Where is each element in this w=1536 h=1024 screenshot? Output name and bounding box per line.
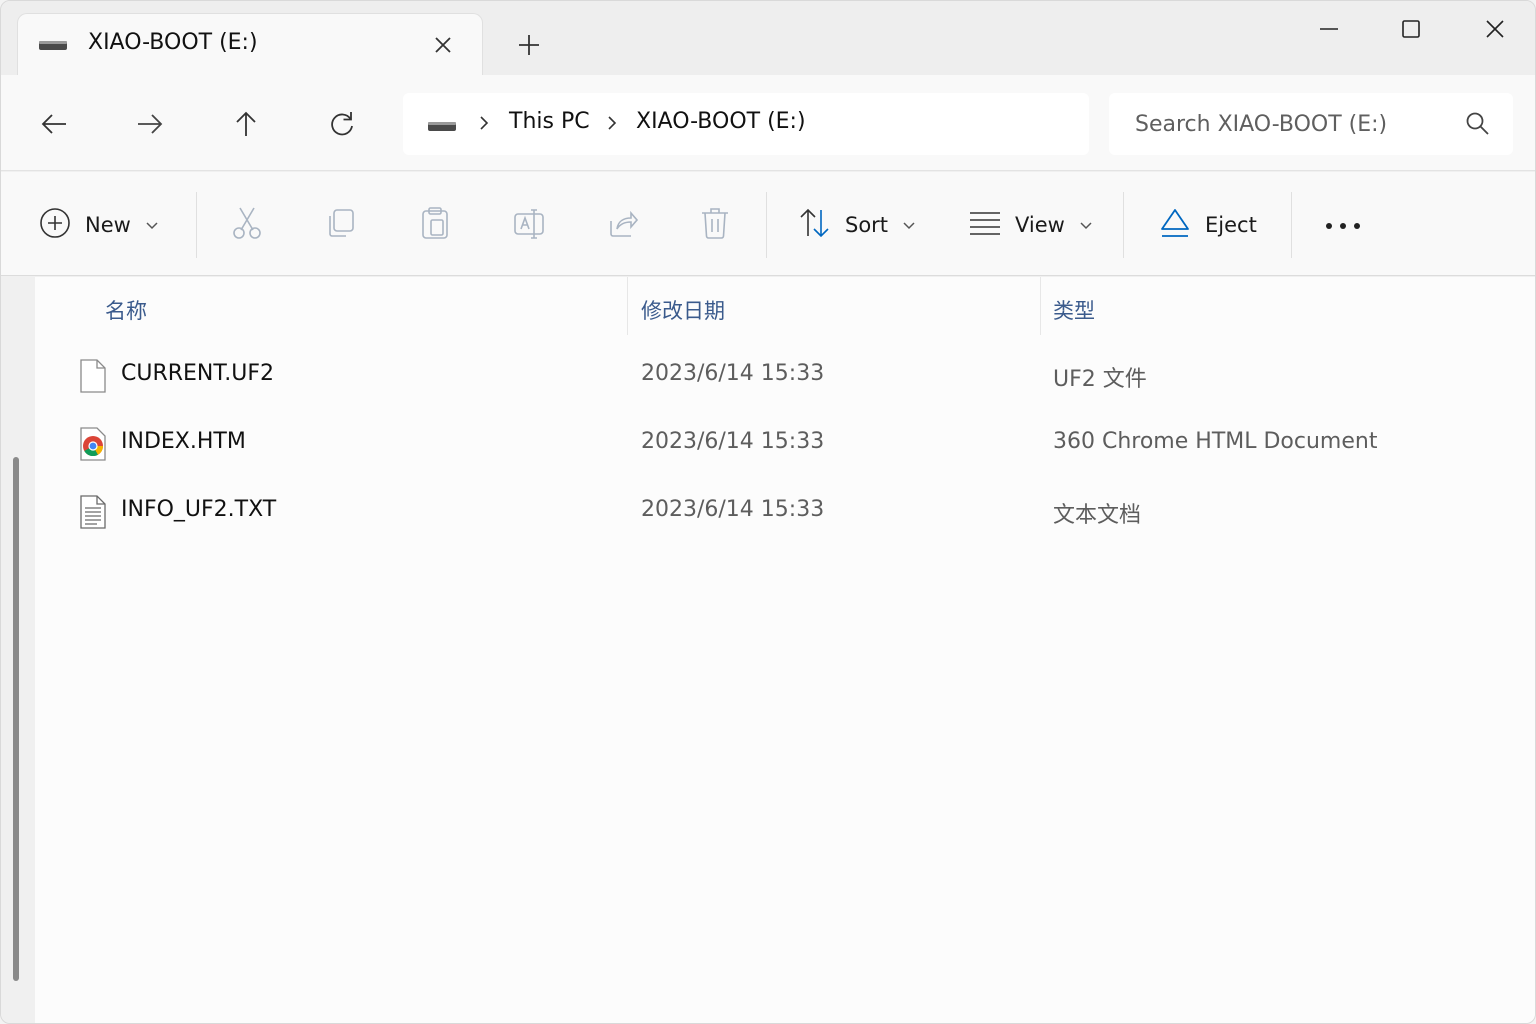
more-options-button[interactable]: [1325, 202, 1361, 248]
search-icon[interactable]: [1465, 111, 1491, 141]
file-type: 360 Chrome HTML Document: [1053, 429, 1378, 454]
rename-icon: [513, 207, 545, 243]
table-row[interactable]: INDEX.HTM 2023/6/14 15:33 360 Chrome HTM…: [35, 411, 1535, 477]
close-window-icon[interactable]: [1465, 9, 1525, 49]
delete-button[interactable]: [699, 202, 731, 248]
title-bar: XIAO-BOOT (E:): [1, 1, 1535, 75]
file-date: 2023/6/14 15:33: [641, 361, 825, 386]
refresh-icon[interactable]: [319, 101, 365, 147]
file-date: 2023/6/14 15:33: [641, 429, 825, 454]
eject-label: Eject: [1205, 213, 1257, 237]
address-bar[interactable]: This PC XIAO-BOOT (E:): [403, 93, 1089, 155]
chrome-icon: [79, 427, 107, 465]
copy-button[interactable]: [325, 202, 357, 248]
forward-arrow-icon[interactable]: [127, 101, 173, 147]
eject-button[interactable]: Eject: [1159, 202, 1257, 248]
column-header-name[interactable]: 名称: [105, 295, 147, 325]
paste-button[interactable]: [419, 202, 451, 248]
close-tab-icon[interactable]: [426, 28, 460, 62]
column-header-date[interactable]: 修改日期: [641, 295, 725, 325]
address-row: This PC XIAO-BOOT (E:): [1, 75, 1535, 171]
up-arrow-icon[interactable]: [223, 101, 269, 147]
tab-title: XIAO-BOOT (E:): [88, 30, 258, 55]
chevron-right-icon[interactable]: [477, 113, 491, 137]
share-button[interactable]: [607, 202, 639, 248]
chevron-right-icon[interactable]: [605, 113, 619, 137]
divider: [1123, 192, 1124, 258]
rename-button[interactable]: [513, 202, 545, 248]
maximize-icon[interactable]: [1381, 9, 1441, 49]
view-button[interactable]: View: [969, 202, 1093, 248]
column-separator[interactable]: [1040, 277, 1041, 335]
clipboard-icon: [419, 206, 451, 244]
blank-file-icon: [79, 359, 107, 397]
plus-circle-icon: [39, 207, 71, 243]
divider: [766, 192, 767, 258]
cut-button[interactable]: [231, 202, 263, 248]
table-row[interactable]: INFO_UF2.TXT 2023/6/14 15:33 文本文档: [35, 479, 1535, 545]
eject-icon: [1159, 207, 1191, 243]
chevron-down-icon: [902, 216, 916, 235]
breadcrumb-xiao-boot[interactable]: XIAO-BOOT (E:): [636, 109, 806, 134]
minimize-icon[interactable]: [1299, 9, 1359, 49]
drive-icon: [427, 118, 457, 138]
table-row[interactable]: CURRENT.UF2 2023/6/14 15:33 UF2 文件: [35, 343, 1535, 409]
back-arrow-icon[interactable]: [31, 101, 77, 147]
new-label: New: [85, 213, 131, 237]
new-button[interactable]: New: [39, 202, 159, 248]
share-icon: [607, 207, 639, 243]
more-dots-icon: [1325, 216, 1361, 235]
nav-pane-scrollbar[interactable]: [13, 457, 19, 981]
list-view-icon: [969, 210, 1001, 240]
scissors-icon: [231, 206, 263, 244]
command-bar: New Sort View Eject: [1, 172, 1535, 276]
search-input[interactable]: [1133, 105, 1453, 143]
sort-arrows-icon: [799, 207, 831, 243]
file-list: 名称 修改日期 类型 CURRENT.UF2 2023/6/14 15:33 U…: [35, 277, 1535, 1023]
file-name: CURRENT.UF2: [121, 361, 274, 386]
file-type: 文本文档: [1053, 503, 1142, 528]
divider: [1291, 192, 1292, 258]
divider: [196, 192, 197, 258]
chevron-down-icon: [1079, 216, 1093, 235]
view-label: View: [1015, 213, 1065, 237]
sort-button[interactable]: Sort: [799, 202, 916, 248]
search-box[interactable]: [1109, 93, 1513, 155]
tab-xiao-boot[interactable]: XIAO-BOOT (E:): [17, 13, 483, 75]
text-file-icon: [79, 495, 107, 533]
sort-label: Sort: [845, 213, 889, 237]
explorer-window: XIAO-BOOT (E:) This PC XIAO-BOOT (E:) Se…: [0, 0, 1536, 1024]
breadcrumb-this-pc[interactable]: This PC: [509, 109, 590, 134]
file-type: UF2 文件: [1053, 367, 1147, 392]
trash-icon: [699, 206, 731, 244]
column-separator[interactable]: [627, 277, 628, 335]
file-date: 2023/6/14 15:33: [641, 497, 825, 522]
chevron-down-icon: [145, 216, 159, 235]
drive-icon: [38, 37, 68, 57]
file-name: INDEX.HTM: [121, 429, 246, 454]
file-name: INFO_UF2.TXT: [121, 497, 277, 522]
column-header-type[interactable]: 类型: [1053, 295, 1095, 325]
new-tab-plus-icon[interactable]: [509, 25, 549, 65]
copy-icon: [325, 207, 357, 243]
